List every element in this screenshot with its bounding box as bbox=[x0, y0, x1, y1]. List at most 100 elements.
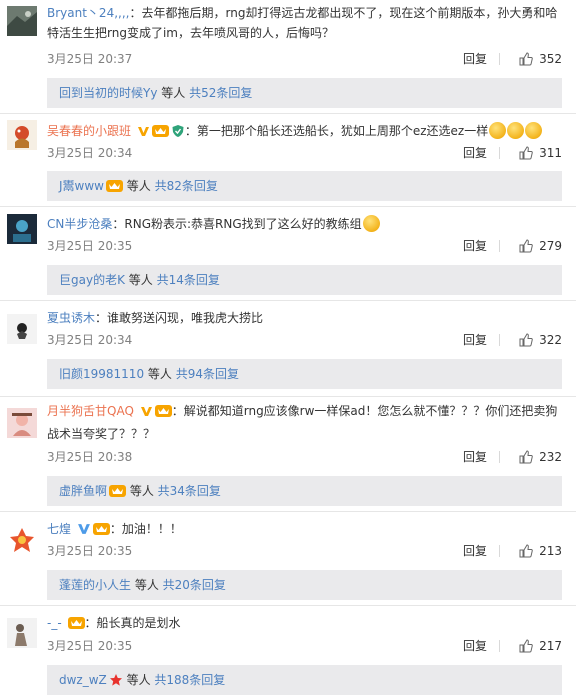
avatar[interactable] bbox=[7, 6, 37, 36]
sub-replies[interactable]: J鬻www 等人 共82条回复 bbox=[47, 171, 562, 201]
verified-v-badge bbox=[77, 522, 91, 542]
like-button[interactable]: 213 bbox=[519, 541, 562, 561]
colon: ： bbox=[95, 311, 108, 325]
comment-username[interactable]: CN半步沧桑 bbox=[47, 217, 112, 231]
like-count: 232 bbox=[539, 450, 562, 464]
divider bbox=[0, 300, 576, 301]
sub-replies[interactable]: 巨gay的老K 等人 共14条回复 bbox=[47, 265, 562, 295]
comment-text: 加油！！！ bbox=[121, 522, 182, 536]
shield-badge[interactable] bbox=[171, 124, 185, 144]
total-replies-link[interactable]: 共82条回复 bbox=[155, 179, 218, 193]
total-replies-link[interactable]: 共188条回复 bbox=[154, 673, 225, 687]
vip-crown-badge[interactable] bbox=[67, 616, 85, 636]
colon: ： bbox=[109, 522, 122, 536]
like-count: 213 bbox=[539, 544, 562, 558]
comment-text: 第一把那个船长还选船长，犹如上周那个ez还选ez一样 bbox=[196, 124, 489, 138]
comment-list: Bryant丶24,,,,：去年都拖后期，rng却打得远古龙都出现不了，现在这个… bbox=[0, 0, 576, 700]
colon: ： bbox=[129, 6, 142, 20]
colon: ： bbox=[112, 217, 125, 231]
comment-username[interactable]: 吴春春的小跟班 bbox=[47, 124, 131, 138]
avatar[interactable] bbox=[7, 214, 37, 244]
reply-button[interactable]: 回复 bbox=[463, 143, 487, 163]
total-replies-link[interactable]: 共52条回复 bbox=[189, 86, 252, 100]
comment-text: 船长真的是划水 bbox=[96, 616, 181, 630]
like-button[interactable]: 232 bbox=[519, 447, 562, 467]
grin-emoji-icon bbox=[525, 122, 543, 139]
vip-crown-badge[interactable] bbox=[151, 124, 169, 144]
sub-reply-user[interactable]: dwz_wZ bbox=[59, 673, 107, 687]
total-replies-link[interactable]: 共34条回复 bbox=[158, 484, 221, 498]
colon: ： bbox=[84, 616, 97, 630]
grin-emoji-icon bbox=[507, 122, 525, 139]
divider bbox=[0, 605, 576, 606]
sub-replies[interactable]: 回到当初的时候Yy 等人 共52条回复 bbox=[47, 78, 562, 108]
divider bbox=[499, 545, 500, 557]
vip-crown-badge[interactable] bbox=[154, 404, 172, 424]
comment-time: 3月25日 20:35 bbox=[47, 639, 133, 653]
reply-button[interactable]: 回复 bbox=[463, 541, 487, 561]
like-button[interactable]: 311 bbox=[519, 143, 562, 163]
avatar[interactable] bbox=[7, 408, 37, 438]
comment-username[interactable]: 夏虫诱木 bbox=[47, 311, 95, 325]
comment-text: RNG粉表示:恭喜RNG找到了这么好的教练组 bbox=[124, 217, 362, 231]
reply-button[interactable]: 回复 bbox=[463, 447, 487, 467]
avatar[interactable] bbox=[7, 618, 37, 648]
sub-replies[interactable]: 蓬莲的小人生 等人 共20条回复 bbox=[47, 570, 562, 600]
comment-username[interactable]: Bryant丶24,,,, bbox=[47, 6, 129, 20]
comment-time: 3月25日 20:34 bbox=[47, 333, 133, 347]
grin-emoji-icon bbox=[362, 215, 380, 232]
reply-button[interactable]: 回复 bbox=[463, 236, 487, 256]
like-count: 279 bbox=[539, 239, 562, 253]
avatar[interactable] bbox=[7, 525, 37, 555]
red-star-badge bbox=[109, 668, 123, 698]
thumbs-up-icon bbox=[519, 239, 533, 253]
total-replies-link[interactable]: 共94条回复 bbox=[176, 367, 239, 381]
vip-crown-badge[interactable] bbox=[92, 522, 110, 542]
sub-replies[interactable]: 旧颜19981110 等人 共94条回复 bbox=[47, 359, 562, 389]
like-count: 322 bbox=[539, 333, 562, 347]
sub-replies[interactable]: dwz_wZ 等人 共188条回复 bbox=[47, 665, 562, 695]
sub-reply-user[interactable]: 巨gay的老K bbox=[59, 273, 125, 287]
sub-reply-user[interactable]: 蓬莲的小人生 bbox=[59, 578, 131, 592]
comment-time: 3月25日 20:35 bbox=[47, 544, 133, 558]
vip-crown-badge bbox=[105, 174, 123, 204]
total-replies-link[interactable]: 共14条回复 bbox=[157, 273, 220, 287]
vip-crown-badge bbox=[109, 479, 127, 509]
sub-replies[interactable]: 虚胖鱼啊 等人 共34条回复 bbox=[47, 476, 562, 506]
sub-reply-user[interactable]: 虚胖鱼啊 bbox=[59, 484, 107, 498]
sub-reply-user[interactable]: 回到当初的时候Yy bbox=[59, 86, 157, 100]
sub-reply-mid: 等人 bbox=[131, 578, 163, 592]
thumbs-up-icon bbox=[519, 333, 533, 347]
sub-reply-mid: 等人 bbox=[124, 273, 157, 287]
comment-username[interactable]: -_- bbox=[47, 616, 62, 630]
comment-time: 3月25日 20:35 bbox=[47, 239, 133, 253]
divider bbox=[0, 396, 576, 397]
sub-reply-mid: 等人 bbox=[157, 86, 190, 100]
avatar[interactable] bbox=[7, 120, 37, 150]
comment-time: 3月25日 20:34 bbox=[47, 146, 133, 160]
thumbs-up-icon bbox=[519, 450, 533, 464]
like-button[interactable]: 217 bbox=[519, 636, 562, 656]
total-replies-link[interactable]: 共20条回复 bbox=[163, 578, 226, 592]
sub-reply-user[interactable]: 旧颜19981110 bbox=[59, 367, 144, 381]
reply-button[interactable]: 回复 bbox=[463, 636, 487, 656]
like-button[interactable]: 352 bbox=[519, 49, 562, 69]
colon: ： bbox=[171, 404, 184, 418]
like-button[interactable]: 279 bbox=[519, 236, 562, 256]
reply-button[interactable]: 回复 bbox=[463, 330, 487, 350]
reply-button[interactable]: 回复 bbox=[463, 49, 487, 69]
sub-reply-mid: 等人 bbox=[122, 179, 155, 193]
avatar[interactable] bbox=[7, 314, 37, 344]
like-button[interactable]: 322 bbox=[519, 330, 562, 350]
like-count: 311 bbox=[539, 146, 562, 160]
thumbs-up-icon bbox=[519, 639, 533, 653]
sub-reply-user[interactable]: J鬻www bbox=[59, 179, 104, 193]
divider bbox=[499, 451, 500, 463]
colon: ： bbox=[184, 124, 197, 138]
sub-reply-mid: 等人 bbox=[126, 484, 158, 498]
comment-text: 谁敢努送闪现，唯我虎大捞比 bbox=[107, 311, 264, 325]
comment-username[interactable]: 月半狗舌甘QAQ bbox=[47, 404, 134, 418]
divider bbox=[499, 640, 500, 652]
divider bbox=[0, 206, 576, 207]
comment-username[interactable]: 七煌 bbox=[47, 522, 71, 536]
